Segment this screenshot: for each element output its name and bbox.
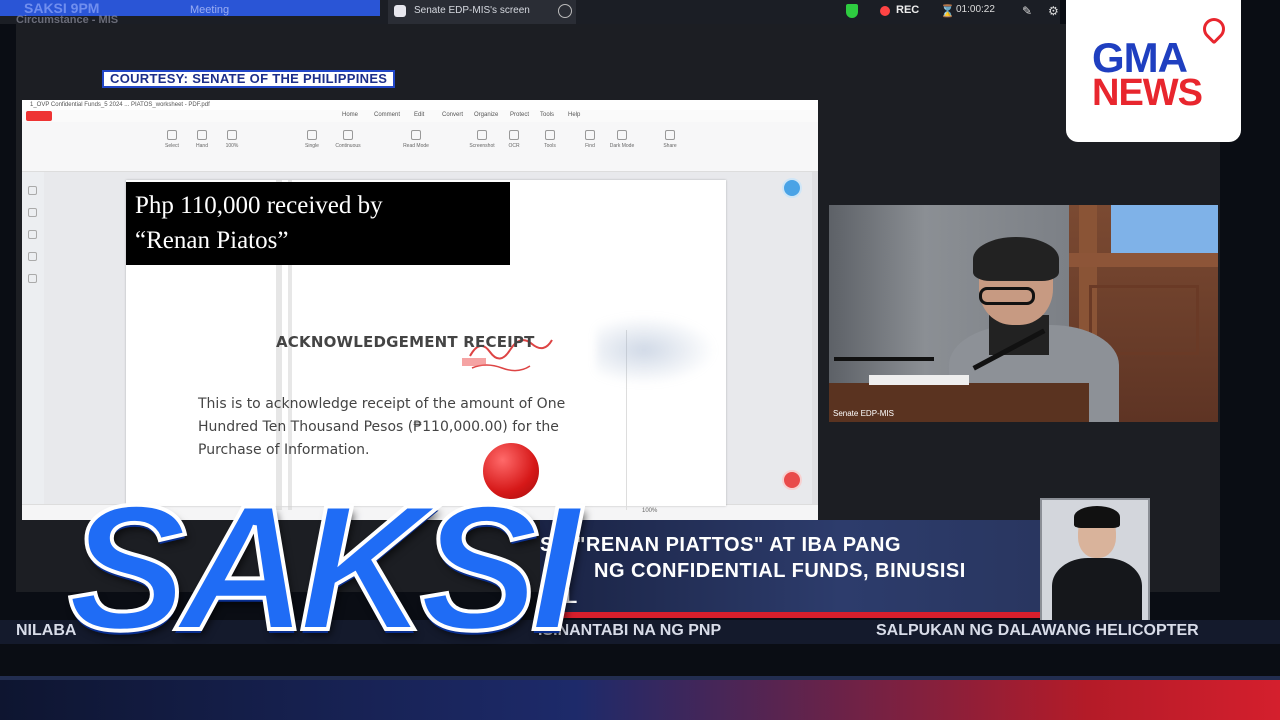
pdf-ribbon: Select Hand 100% Single Continuous Read … bbox=[22, 122, 818, 172]
video-window bbox=[1111, 205, 1218, 253]
hourglass-icon: ⌛ bbox=[940, 4, 955, 18]
menu-item[interactable]: Tools bbox=[540, 112, 554, 118]
menu-item[interactable]: Home bbox=[342, 112, 358, 118]
menu-item[interactable]: Comment bbox=[374, 112, 400, 118]
headline-line-1: S", "RENAN PIATTOS" AT IBA PANG bbox=[540, 534, 901, 556]
meeting-toolbar: SAKSI 9PM Meeting Senate EDP-MIS's scree… bbox=[0, 0, 1060, 24]
receipt-line-2: Hundred Ten Thousand Pesos (₱110,000.00)… bbox=[198, 419, 559, 435]
screen-share-icon bbox=[394, 5, 406, 17]
ticker-item: SALPUKAN NG DALAWANG HELICOPTER bbox=[876, 622, 1199, 639]
zoom-readout[interactable]: 100% bbox=[642, 508, 657, 514]
video-rail bbox=[1069, 253, 1218, 267]
video-papers bbox=[869, 375, 969, 385]
meeting-label[interactable]: Meeting bbox=[190, 4, 229, 16]
gma-heart-icon bbox=[1198, 13, 1230, 45]
headline-line-3: AL bbox=[550, 586, 578, 608]
settings-icon[interactable]: ⚙ bbox=[1048, 4, 1059, 18]
caption-line-2: “Renan Piatos” bbox=[135, 227, 289, 254]
pdf-menu-bar: Home Comment Edit Convert Organize Prote… bbox=[22, 110, 818, 122]
evidence-caption-overlay: Php 110,000 received by “Renan Piatos” bbox=[126, 182, 510, 265]
pin-icon[interactable]: ✎ bbox=[1022, 4, 1032, 18]
microphone-arm bbox=[834, 357, 934, 361]
menu-item[interactable]: Help bbox=[568, 112, 580, 118]
sign-language-interpreter bbox=[1040, 498, 1150, 622]
courtesy-label: COURTESY: SENATE OF THE PHILIPPINES bbox=[102, 70, 396, 88]
interpreter-hair bbox=[1074, 506, 1120, 528]
headline-accent bbox=[540, 612, 1040, 618]
receipt-title: ACKNOWLEDGEMENT RECEIPT bbox=[276, 333, 535, 351]
headline-line-2: NG CONFIDENTIAL FUNDS, BINUSISI bbox=[594, 560, 966, 582]
comment-icon[interactable] bbox=[28, 230, 37, 239]
menu-item[interactable]: Protect bbox=[510, 112, 529, 118]
blurred-redaction bbox=[596, 315, 716, 385]
bookmark-icon[interactable] bbox=[28, 208, 37, 217]
translate-icon[interactable] bbox=[782, 178, 802, 198]
headline-text: S", "RENAN PIATTOS" AT IBA PANG NG CONFI… bbox=[540, 532, 1038, 610]
receipt-line-1: This is to acknowledge receipt of the am… bbox=[198, 396, 566, 412]
bottom-band bbox=[0, 680, 1280, 720]
search-icon[interactable] bbox=[28, 274, 37, 283]
menu-item[interactable]: Edit bbox=[414, 112, 424, 118]
ribbon-share-button[interactable]: Share bbox=[650, 130, 690, 149]
video-participant-label: Senate EDP-MIS bbox=[833, 409, 894, 418]
saksi-dot-icon bbox=[480, 440, 542, 502]
ribbon-continuous-button[interactable]: Continuous bbox=[328, 130, 368, 149]
ribbon-tools-button[interactable]: Tools bbox=[530, 130, 570, 149]
pdf-left-toolbar bbox=[22, 172, 44, 520]
news-logo-text: NEWS bbox=[1092, 72, 1203, 114]
caption-line-1: Php 110,000 received by bbox=[135, 192, 383, 219]
ribbon-dark-mode-button[interactable]: Dark Mode bbox=[602, 130, 642, 149]
ribbon-read-mode-button[interactable]: Read Mode bbox=[396, 130, 436, 149]
speaker-video-feed: Senate EDP-MIS bbox=[829, 205, 1218, 422]
menu-item[interactable]: Convert bbox=[442, 112, 463, 118]
close-icon[interactable] bbox=[558, 4, 572, 18]
speaker-glasses bbox=[979, 287, 1035, 305]
shield-icon[interactable] bbox=[846, 4, 858, 18]
assistant-icon[interactable] bbox=[782, 470, 802, 490]
speaker-hair bbox=[973, 237, 1059, 281]
interpreter-body bbox=[1052, 558, 1142, 620]
saksi-show-logo: SAKSI bbox=[66, 440, 582, 669]
rec-label[interactable]: REC bbox=[896, 4, 919, 16]
attachment-icon[interactable] bbox=[28, 252, 37, 261]
pdf-window-title: 1_OVP Confidential Funds_5 2024 ... PIAT… bbox=[22, 100, 818, 110]
ribbon-zoom-button[interactable]: 100% bbox=[212, 130, 252, 149]
ribbon-single-button[interactable]: Single bbox=[292, 130, 332, 149]
timer-readout: 01:00:22 bbox=[956, 4, 995, 15]
record-icon bbox=[880, 6, 890, 16]
thumbnail-icon[interactable] bbox=[28, 186, 37, 195]
ribbon-ocr-button[interactable]: OCR bbox=[494, 130, 534, 149]
screen-share-title: Senate EDP-MIS's screen bbox=[414, 5, 530, 16]
pdf-scrollbar[interactable] bbox=[812, 172, 818, 504]
app-logo-icon bbox=[26, 111, 52, 121]
gma-news-logo: GMA NEWS bbox=[1066, 0, 1241, 142]
menu-item[interactable]: Organize bbox=[474, 112, 498, 118]
receipt-body: This is to acknowledge receipt of the am… bbox=[198, 393, 598, 462]
